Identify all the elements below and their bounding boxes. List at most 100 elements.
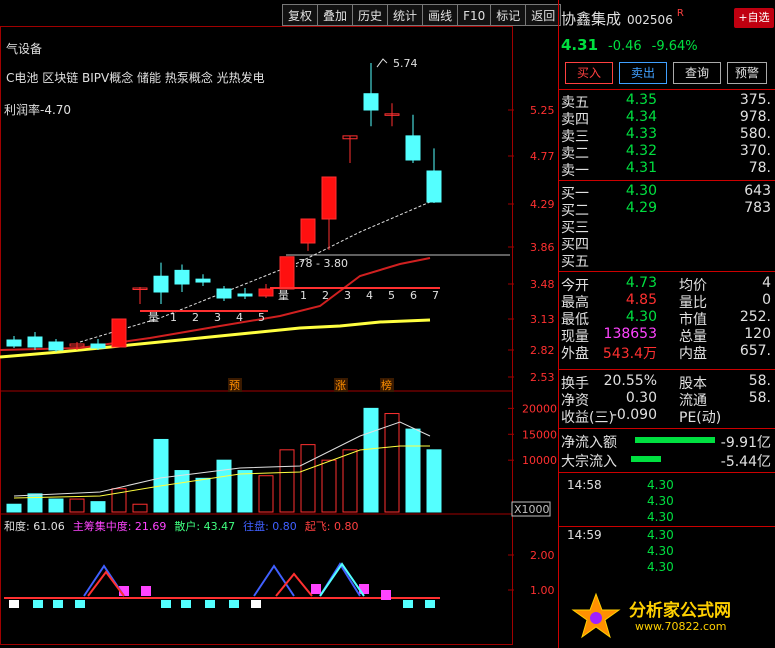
stat-label: 收益(三) <box>561 410 614 426</box>
candle-body[interactable] <box>6 339 22 347</box>
kline-chart-area[interactable]: 5.25 4.77 4.29 3.86 3.48 3.13 2.82 2.53 3.78 - 3… <box>0 26 558 648</box>
indicator-square <box>205 600 215 608</box>
volume-tick-label: 10000 <box>522 454 557 467</box>
price-tick-label: 3.86 <box>530 241 555 254</box>
volume-tick-label: 15000 <box>522 428 557 441</box>
candle-body[interactable] <box>111 318 127 348</box>
volume-bar <box>300 444 316 513</box>
tick-price: 4.30 <box>647 510 674 524</box>
count-label-right: 量 <box>278 289 289 302</box>
bid-price: 4.29 <box>625 200 657 216</box>
ask-row[interactable]: 卖一 4.31 78. <box>561 160 773 179</box>
ask-row[interactable]: 卖五 4.35 375. <box>561 92 773 111</box>
flow-row: 大宗流入 -5.44亿 <box>561 451 773 470</box>
stat-value: 4 <box>762 275 771 291</box>
toolbar-button-4[interactable]: 画线 <box>423 4 459 26</box>
high-label: 5.74 <box>393 57 418 70</box>
flow-value: -9.91亿 <box>720 435 771 451</box>
candle-body[interactable] <box>153 275 169 293</box>
indicator-legend-item: 和度: 61.06 <box>4 520 65 533</box>
stat-row: 今开 4.73 均价 4 <box>561 275 773 294</box>
stock-r-mark: R <box>676 8 684 19</box>
star-logo-icon <box>571 592 621 639</box>
toolbar-button-6[interactable]: 标记 <box>491 4 527 26</box>
count-label-left: 量 <box>148 311 159 324</box>
candle-body[interactable] <box>258 288 274 297</box>
toolbar-button-7[interactable]: 返回 <box>526 4 562 26</box>
stat-value: 138653 <box>603 326 657 342</box>
candle-body[interactable] <box>237 293 253 297</box>
toolbar-button-5[interactable]: F10 <box>458 4 492 26</box>
sell-button[interactable]: 卖出 <box>619 62 667 84</box>
price-tick-label: 4.77 <box>530 150 555 163</box>
candle-body[interactable] <box>279 256 295 290</box>
query-button[interactable]: 查询 <box>673 62 721 84</box>
buy-button[interactable]: 买入 <box>565 62 613 84</box>
site-logo: 分析家公式网 www.70822.com <box>571 592 771 640</box>
add-watchlist-button[interactable]: +自选 <box>734 8 774 28</box>
candle-body[interactable] <box>216 288 232 299</box>
candle-body[interactable] <box>90 343 106 349</box>
volume-bar <box>342 449 358 513</box>
bid-price: 4.30 <box>625 183 657 199</box>
marker-label: 榜 <box>381 378 392 392</box>
candle-body[interactable] <box>363 93 379 111</box>
indicator-square <box>251 600 261 608</box>
candle-body[interactable] <box>48 341 64 351</box>
indicator-magenta-bar <box>141 586 151 596</box>
stat-row: 最低 4.30 市值 252. <box>561 309 773 328</box>
stock-header: 协鑫集成 002506 R <box>561 8 684 29</box>
indicator-square <box>425 600 435 608</box>
candle-body[interactable] <box>300 218 316 244</box>
kline-chart-svg[interactable]: 5.254.774.293.863.483.132.822.533.78 - 3… <box>0 26 558 648</box>
candle-body[interactable] <box>27 336 43 348</box>
divider <box>559 180 775 181</box>
flow-value: -5.44亿 <box>720 454 771 470</box>
bid-row[interactable]: 买一 4.30 643 <box>561 183 773 202</box>
ask-volume: 580. <box>739 126 771 142</box>
bid-row[interactable]: 买五 <box>561 251 773 270</box>
stat-row: 净资 0.30 流通 58. <box>561 390 773 409</box>
ask-price: 4.31 <box>625 160 657 176</box>
stat-label: PE(动) <box>679 410 722 426</box>
sector-name: 气设备 <box>6 42 43 56</box>
ask-row[interactable]: 卖四 4.34 978. <box>561 109 773 128</box>
ask-volume: 370. <box>739 143 771 159</box>
profit-rate: 利润率-4.70 <box>4 103 72 117</box>
candle-body[interactable] <box>195 278 211 283</box>
divider <box>559 369 775 370</box>
alert-button[interactable]: 预警 <box>727 62 767 84</box>
indicator-magenta-bar <box>311 584 321 594</box>
ask-volume: 78. <box>748 160 771 176</box>
stat-value: 120 <box>744 326 771 342</box>
candle-body[interactable] <box>405 135 421 161</box>
toolbar-button-0[interactable]: 复权 <box>282 4 319 26</box>
volume-unit-label: X1000 <box>514 503 550 516</box>
indicator-square <box>53 600 63 608</box>
indicator-square <box>9 600 19 608</box>
ask-row[interactable]: 卖二 4.32 370. <box>561 143 773 162</box>
stat-value: 252. <box>739 309 771 325</box>
indicator-square <box>403 600 413 608</box>
bid-row[interactable]: 买二 4.29 783 <box>561 200 773 219</box>
ask-row[interactable]: 卖三 4.33 580. <box>561 126 773 145</box>
stat-value: 0 <box>762 292 771 308</box>
volume-bar <box>69 498 85 513</box>
bid-row[interactable]: 买四 <box>561 234 773 253</box>
price-tick-label: 4.29 <box>530 198 555 211</box>
candle-body[interactable] <box>174 269 190 285</box>
bid-row[interactable]: 买三 <box>561 217 773 236</box>
stat-value: -0.090 <box>611 407 657 423</box>
indicator-legend-item: 主筹集中度: 21.69 <box>72 520 167 533</box>
toolbar-button-1[interactable]: 叠加 <box>318 4 354 26</box>
flow-label: 大宗流入 <box>561 454 617 470</box>
candle-body[interactable] <box>321 176 337 220</box>
toolbar-button-3[interactable]: 统计 <box>388 4 424 26</box>
flow-bar <box>635 437 715 443</box>
candle-body[interactable] <box>426 170 442 203</box>
price-tick-label: 2.82 <box>530 344 555 357</box>
indicator-square <box>75 600 85 608</box>
stat-row: 收益(三) -0.090 PE(动) <box>561 407 773 426</box>
volume-bar <box>384 413 400 513</box>
toolbar-button-2[interactable]: 历史 <box>353 4 389 26</box>
